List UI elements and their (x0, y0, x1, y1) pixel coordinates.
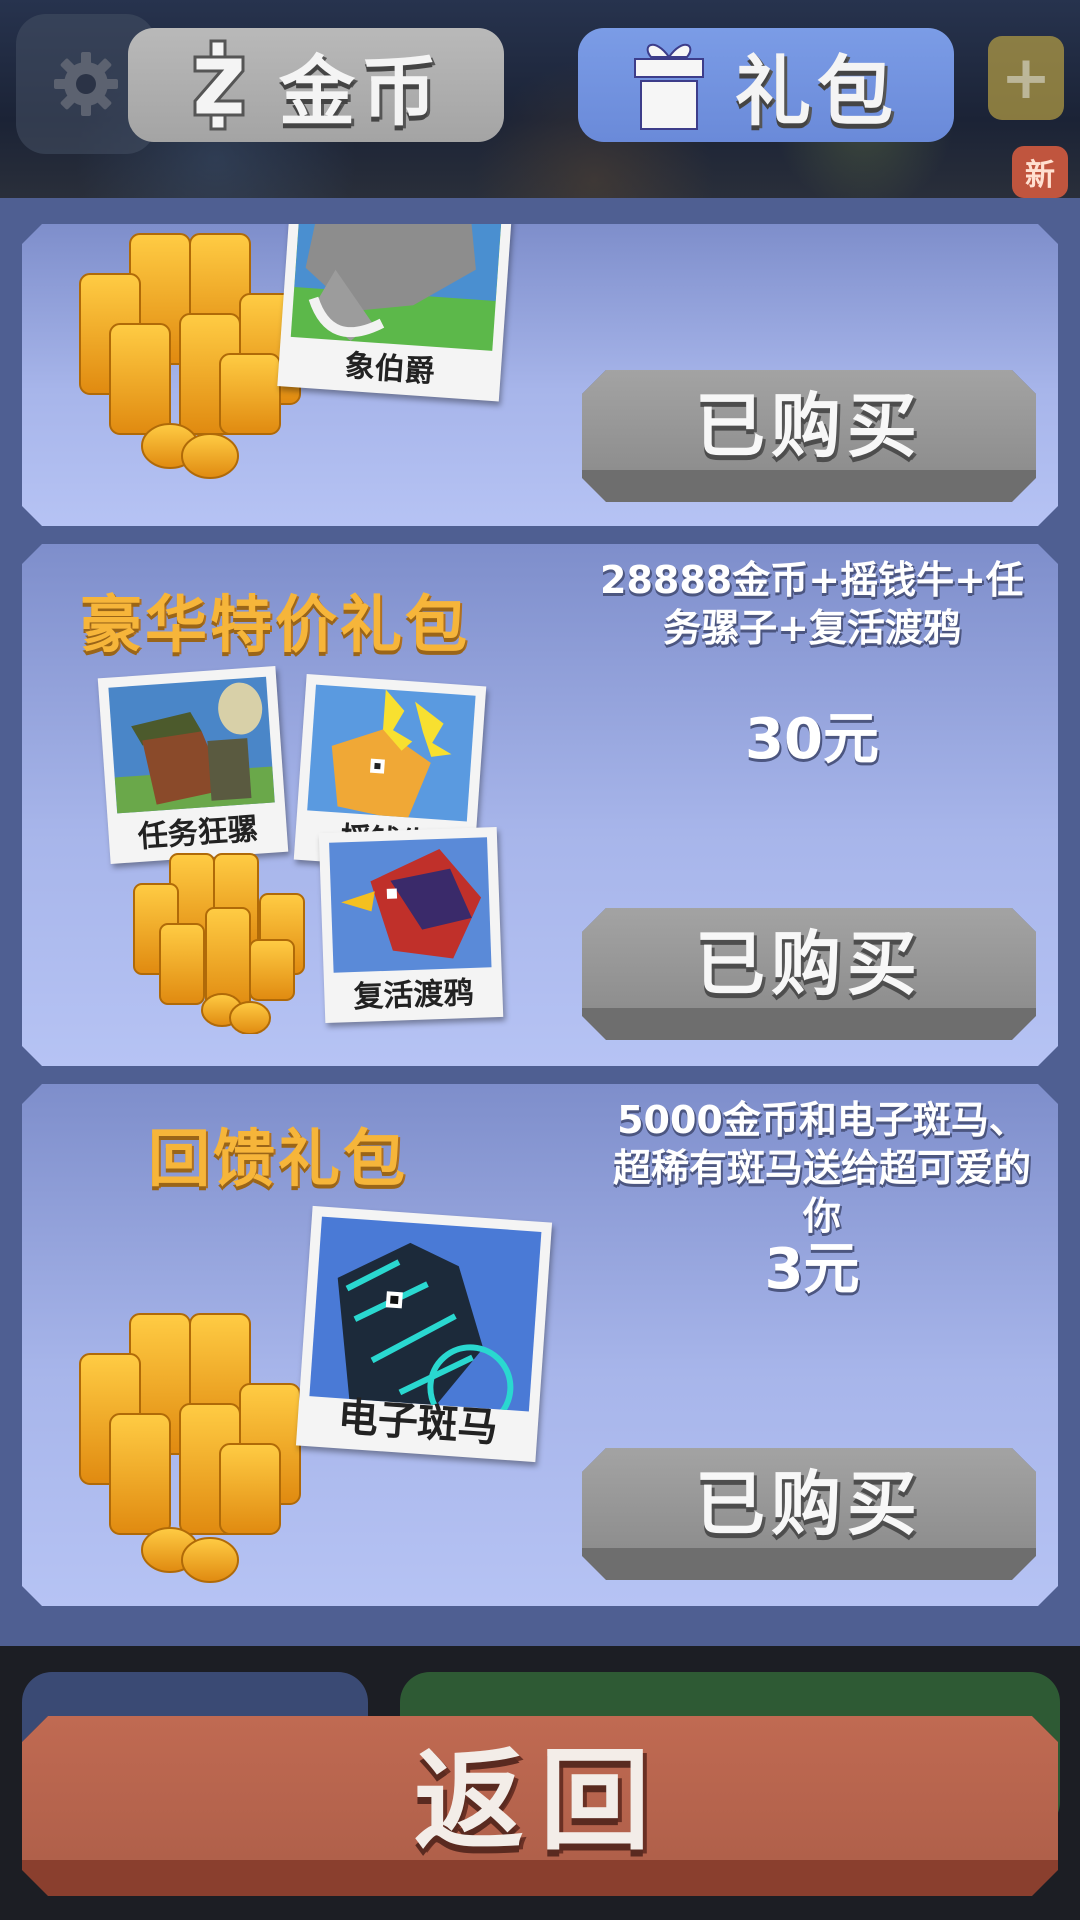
animal-card-cyber-zebra: 电子斑马 (296, 1206, 552, 1462)
gift-icon (634, 44, 704, 130)
pack-title: 豪华特价礼包 (80, 588, 471, 661)
animal-card-elephant: 象伯爵 (277, 187, 512, 402)
pack-card-count-elephant: 象伯爵 已购买 (22, 224, 1058, 526)
coin-stack-icon (60, 224, 310, 484)
zebra-image (309, 1217, 541, 1412)
pack-description: 5000金币和电子斑马、超稀有斑马送给超可爱的你 (612, 1098, 1031, 1238)
add-currency-button[interactable]: + (988, 36, 1064, 120)
new-badge: 新 (1012, 146, 1068, 198)
pack-price: 3元 (764, 1237, 860, 1302)
bottom-bar: 返回 (0, 1646, 1080, 1920)
tab-gifts-label: 礼包 (735, 47, 899, 136)
tab-gifts[interactable]: 礼包 (578, 28, 954, 178)
purchased-button[interactable]: 已购买 (582, 370, 1036, 502)
coin-stack-icon (60, 1294, 310, 1594)
mule-image (108, 677, 274, 814)
pack-title: 回馈礼包 (148, 1122, 409, 1195)
tab-coins-label: 金币 (279, 47, 443, 136)
tab-coins[interactable]: 金币 (128, 28, 504, 178)
purchased-button[interactable]: 已购买 (582, 1448, 1036, 1580)
pack-price: 30元 (745, 707, 879, 772)
raven-image (329, 837, 491, 972)
animal-card-mission-mule: 任务狂骡 (98, 666, 289, 864)
purchased-button-label: 已购买 (695, 922, 923, 1005)
cow-image (307, 685, 475, 822)
back-button-label: 返回 (414, 1737, 666, 1865)
purchased-button[interactable]: 已购买 (582, 908, 1036, 1040)
purchased-button-label: 已购买 (695, 1462, 923, 1545)
pack-description: 28888金币+摇钱牛+任务骡子+复活渡鸦 (600, 558, 1024, 650)
gift-pack-list[interactable]: 象伯爵 已购买 豪华特价礼包 28888金币+摇钱牛+任务骡子+复活渡鸦 30元… (0, 198, 1080, 1646)
coin-stack-icon (130, 844, 350, 1034)
top-bar: 金币 礼包 + 新 (0, 0, 1080, 200)
purchased-button-label: 已购买 (695, 384, 923, 467)
animal-card-revive-raven: 复活渡鸦 (319, 827, 504, 1023)
gear-icon (54, 52, 118, 116)
pack-card-deluxe: 豪华特价礼包 28888金币+摇钱牛+任务骡子+复活渡鸦 30元 任务狂骡 复活… (22, 544, 1058, 1066)
elephant-image (291, 197, 502, 351)
plus-icon: + (1000, 43, 1052, 113)
back-button[interactable]: 返回 (22, 1716, 1058, 1896)
animal-caption: 复活渡鸦 (352, 975, 475, 1016)
pack-card-reward: 回馈礼包 5000金币和电子斑马、超稀有斑马送给超可爱的你 3元 电子斑马 已购… (22, 1084, 1058, 1606)
coin-z-icon (193, 39, 245, 131)
